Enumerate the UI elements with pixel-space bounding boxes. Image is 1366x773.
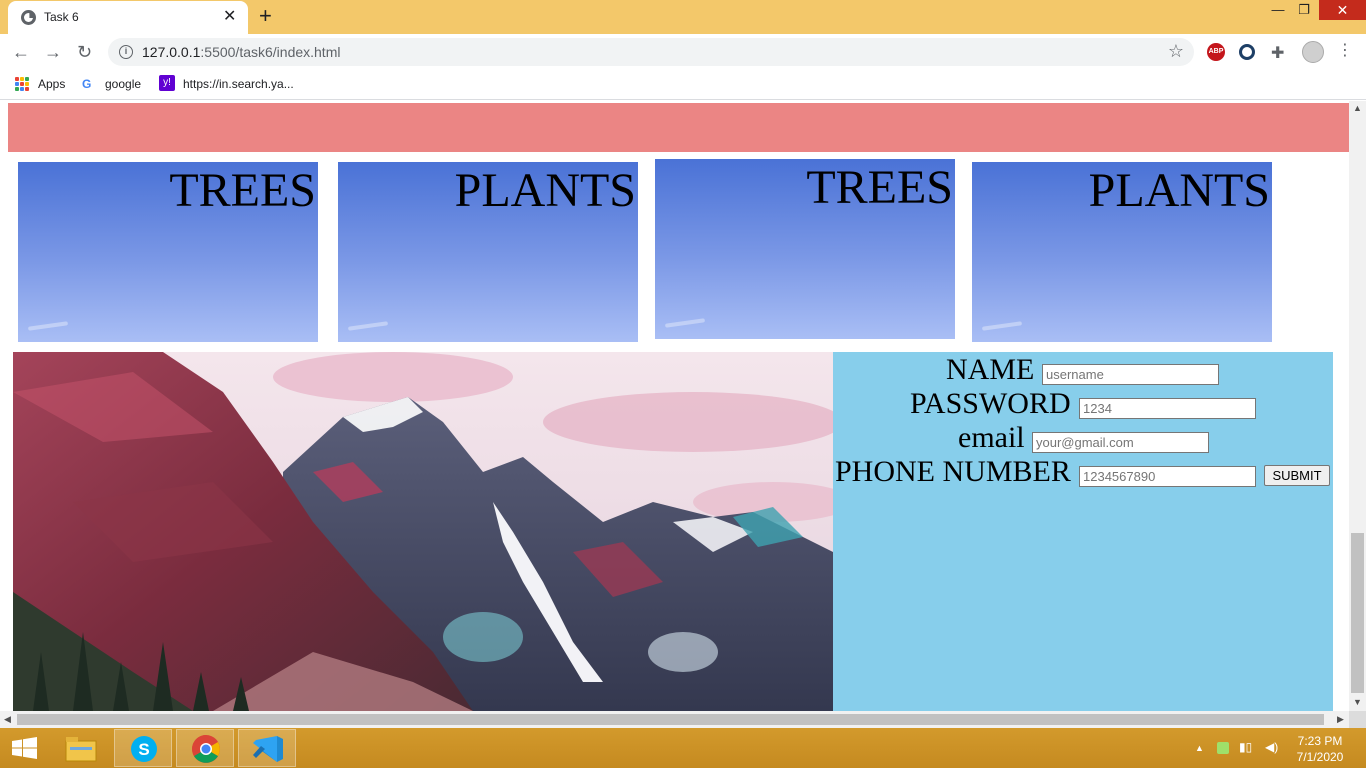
- profile-avatar[interactable]: [1302, 41, 1324, 63]
- card-label: PLANTS: [1088, 164, 1270, 217]
- start-button[interactable]: [0, 729, 58, 767]
- card-label: TREES: [806, 161, 953, 214]
- adblock-icon[interactable]: ABP: [1207, 43, 1225, 61]
- maximize-button[interactable]: ❐: [1290, 0, 1318, 20]
- url-path: :5500/task6/index.html: [200, 44, 341, 60]
- name-input[interactable]: [1042, 364, 1219, 385]
- windows-taskbar: S ▲ ▮▯ ◀) 7:23 PM 7/1/2020: [0, 728, 1366, 768]
- scroll-up-icon[interactable]: ▲: [1353, 103, 1362, 113]
- page-viewport: TREES PLANTS TREES PLANTS NAME username …: [0, 101, 1349, 711]
- reload-icon[interactable]: ↻: [77, 40, 92, 64]
- url-text: 127.0.0.1:5500/task6/index.html: [142, 44, 340, 60]
- svg-text:S: S: [138, 740, 149, 759]
- skype-icon: S: [131, 736, 157, 762]
- mountain-landscape-image: [13, 352, 833, 711]
- address-bar[interactable]: i 127.0.0.1:5500/task6/index.html ☆: [108, 38, 1194, 66]
- horizontal-scroll-thumb[interactable]: [17, 714, 1324, 725]
- clock-date: 7/1/2020: [1296, 750, 1344, 764]
- system-clock[interactable]: 7:23 PM 7/1/2020: [1292, 733, 1348, 765]
- bookmark-yahoo-search[interactable]: https://in.search.ya...: [183, 76, 294, 92]
- vscode-button[interactable]: [238, 729, 296, 767]
- clock-time: 7:23 PM: [1297, 734, 1343, 748]
- globe-icon: [21, 10, 36, 25]
- browser-tab[interactable]: Task 6 ✕: [8, 1, 248, 34]
- forward-icon[interactable]: →: [44, 40, 62, 64]
- google-icon: G: [82, 77, 92, 91]
- chrome-button[interactable]: [176, 729, 234, 767]
- cloud-wisp: [27, 321, 69, 331]
- windows-logo-icon: [12, 737, 37, 759]
- header-banner: [8, 103, 1349, 152]
- card-trees: TREES: [18, 162, 318, 342]
- scrollbar-corner: [1349, 711, 1366, 728]
- card-trees: TREES: [655, 159, 955, 339]
- skype-button[interactable]: S: [114, 729, 172, 767]
- scroll-left-icon[interactable]: ◀: [4, 714, 11, 725]
- menu-kebab-icon[interactable]: ⋮: [1337, 39, 1353, 63]
- password-label: PASSWORD: [910, 387, 1071, 420]
- vertical-scroll-thumb[interactable]: [1351, 533, 1364, 693]
- extensions-puzzle-icon[interactable]: ✚: [1271, 42, 1284, 66]
- phone-input[interactable]: [1079, 466, 1256, 487]
- phone-label: PHONE NUMBER: [835, 455, 1071, 488]
- bookmarks-bar: Apps G google y! https://in.search.ya...: [0, 70, 1366, 100]
- window-close-button[interactable]: ✕: [1319, 0, 1366, 20]
- back-icon[interactable]: ←: [12, 40, 30, 64]
- yahoo-icon: y!: [159, 75, 175, 91]
- cloud-wisp: [347, 321, 389, 331]
- email-label: email: [958, 421, 1025, 454]
- power-icon[interactable]: ▮▯: [1239, 740, 1252, 754]
- card-plants: PLANTS: [972, 162, 1272, 342]
- volume-icon[interactable]: ◀): [1265, 740, 1278, 754]
- apps-grid-icon[interactable]: [15, 77, 29, 91]
- info-icon[interactable]: i: [119, 45, 133, 59]
- cloud-wisp: [981, 321, 1023, 331]
- close-tab-icon[interactable]: ✕: [223, 7, 236, 27]
- folder-icon: [65, 737, 97, 762]
- submit-button[interactable]: SUBMIT: [1264, 465, 1330, 486]
- vscode-icon: [253, 736, 283, 762]
- file-explorer-button[interactable]: [52, 729, 110, 767]
- name-label: NAME: [946, 353, 1035, 386]
- search-lens-icon[interactable]: [1239, 44, 1255, 60]
- cloud-wisp: [664, 318, 706, 328]
- card-label: PLANTS: [454, 164, 636, 217]
- password-input[interactable]: [1079, 398, 1256, 419]
- mountain-illustration: [13, 352, 833, 711]
- email-input[interactable]: [1032, 432, 1209, 453]
- bookmark-google[interactable]: google: [105, 76, 141, 92]
- scroll-down-icon[interactable]: ▼: [1353, 697, 1362, 707]
- url-host: 127.0.0.1: [142, 44, 201, 60]
- tab-title: Task 6: [44, 10, 79, 24]
- card-label: TREES: [169, 164, 316, 217]
- horizontal-scrollbar[interactable]: ◀ ▶: [0, 711, 1349, 728]
- bookmark-apps[interactable]: Apps: [38, 76, 65, 92]
- signup-form: NAME PASSWORD email PHONE NUMBER SUBMIT: [833, 352, 1333, 711]
- card-plants: PLANTS: [338, 162, 638, 342]
- minimize-button[interactable]: —: [1264, 0, 1292, 20]
- new-tab-button[interactable]: +: [259, 4, 272, 28]
- browser-title-bar: Task 6 ✕ + — ❐ ✕: [0, 0, 1366, 34]
- vertical-scrollbar[interactable]: ▲ ▼: [1349, 101, 1366, 711]
- browser-toolbar: ← → ↻ i 127.0.0.1:5500/task6/index.html …: [0, 34, 1366, 70]
- tray-expand-icon[interactable]: ▲: [1195, 743, 1204, 753]
- bookmark-star-icon[interactable]: ☆: [1168, 41, 1184, 62]
- chrome-icon: [192, 735, 220, 763]
- scroll-right-icon[interactable]: ▶: [1337, 714, 1344, 725]
- tray-app-icon[interactable]: [1217, 742, 1229, 754]
